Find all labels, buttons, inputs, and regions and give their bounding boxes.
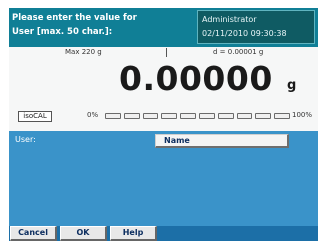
- weight-unit: g: [287, 78, 297, 93]
- bargraph-segment: [105, 113, 121, 119]
- bargraph-segment: [142, 113, 159, 119]
- help-button[interactable]: Help: [110, 226, 157, 241]
- bargraph-segment: [161, 113, 178, 119]
- bargraph-segment: [123, 113, 140, 119]
- scale-min-label: 0%: [87, 111, 99, 119]
- input-form: User: Name: [9, 131, 318, 226]
- center-marker: [166, 48, 167, 57]
- isocal-button[interactable]: isoCAL: [18, 111, 52, 122]
- ok-button[interactable]: OK: [60, 226, 107, 241]
- softkey-bar: Cancel OK Help: [9, 226, 318, 241]
- bargraph-segment: [236, 113, 253, 119]
- user-field-label: User:: [15, 135, 36, 144]
- user-name-input[interactable]: Name: [155, 134, 289, 148]
- bargraph-segment: [255, 113, 272, 119]
- current-user: Administrator: [202, 15, 257, 24]
- prompt-line-1: Please enter the value for: [12, 13, 137, 23]
- bargraph-segment: [217, 113, 234, 119]
- bargraph-segment: [180, 113, 196, 119]
- balance-screen: Please enter the value for User [max. 50…: [9, 8, 318, 241]
- date-time: 02/11/2010 09:30:38: [202, 29, 287, 38]
- input-prompt: Please enter the value for User [max. 50…: [12, 11, 172, 39]
- bargraph-segment: [274, 113, 290, 119]
- cancel-button[interactable]: Cancel: [10, 226, 57, 241]
- max-capacity-label: Max 220 g: [65, 48, 102, 56]
- bargraph-segment: [198, 113, 215, 119]
- header-bar: Please enter the value for User [max. 50…: [9, 8, 318, 47]
- capacity-bargraph: [105, 113, 290, 119]
- weight-readout: 0.00000: [119, 59, 273, 98]
- weighing-panel: Max 220 g d = 0.00001 g 0.00000 g isoCAL…: [9, 47, 318, 131]
- user-info-box: Administrator 02/11/2010 09:30:38: [197, 10, 315, 44]
- scale-max-label: 100%: [292, 111, 313, 119]
- readability-label: d = 0.00001 g: [213, 48, 264, 56]
- prompt-line-2: User [max. 50 char.]:: [12, 27, 113, 37]
